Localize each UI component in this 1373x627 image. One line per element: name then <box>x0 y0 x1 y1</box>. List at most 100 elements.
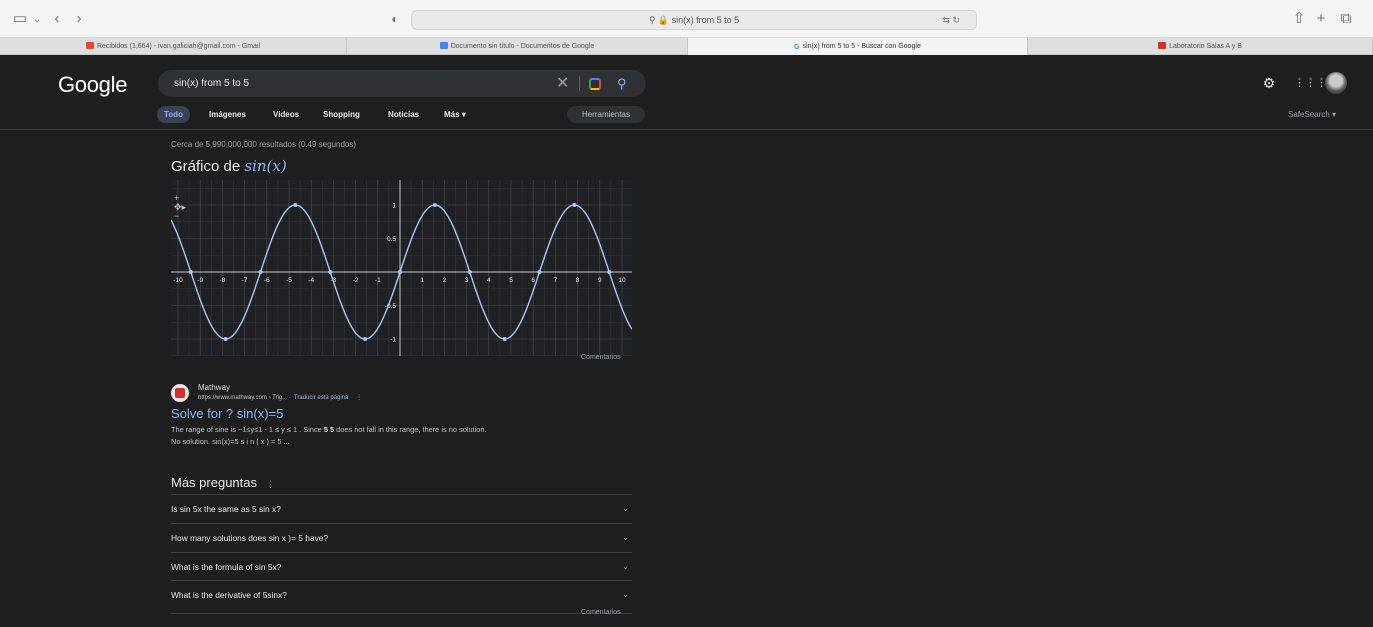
x-tick-label: -10 <box>173 277 183 284</box>
x-tick-label: -8 <box>220 277 226 284</box>
nav-tab-noticias[interactable]: Noticias <box>388 106 419 123</box>
gmail-icon <box>85 42 94 49</box>
site-name[interactable]: Mathway <box>198 383 230 392</box>
x-tick-label: 5 <box>509 277 513 284</box>
paa-question-text: What is the derivative of 5sinx? <box>171 590 287 600</box>
nav-tab-mas[interactable]: Más ▾ <box>444 106 466 123</box>
paa-question[interactable]: What is the formula of sin 5x? ⌄ <box>171 552 632 580</box>
curve-point <box>188 269 193 274</box>
y-tick-label: 1 <box>392 203 396 210</box>
paa-divider <box>171 613 632 614</box>
tab-overview-icon[interactable]: ⧉ <box>1338 10 1354 28</box>
paa-question[interactable]: Is sin 5x the same as 5 sin x? ⌄ <box>171 494 632 522</box>
snippet-part: No solution. sin(x)=5 s i n ( x ) = 5 ..… <box>171 437 290 446</box>
chevron-down-icon[interactable]: ⌄ <box>622 495 629 523</box>
apps-grid-icon[interactable]: ⋮⋮⋮ <box>1294 75 1327 91</box>
snippet-part: does not fall in this range, there is no… <box>334 425 487 434</box>
curve-point <box>607 270 612 275</box>
y-tick-label: 0.5 <box>387 236 396 243</box>
search-input[interactable]: sin(x) from 5 to 5 <box>174 70 249 97</box>
url-text: https://www.mathway.com › Trig... · <box>198 395 291 401</box>
tools-button[interactable]: Herramientas <box>567 106 645 123</box>
sine-graph[interactable]: -10 -9 -8 -7 -6 -5 -4 -3 -2 -1 1 2 3 4 5 6 7 8 9 1010.5-0.5… <box>171 180 632 356</box>
nav-tab-shopping[interactable]: Shopping <box>323 106 360 123</box>
feedback-link[interactable]: Comentarios <box>581 354 621 361</box>
curve-point <box>398 270 402 274</box>
nav-tab-imagenes[interactable]: Imágenes <box>209 106 246 123</box>
settings-gear-icon[interactable]: ⚙ <box>1262 75 1276 91</box>
nav-tab-videos[interactable]: Videos <box>273 106 299 123</box>
x-tick-label: 8 <box>576 277 580 284</box>
back-icon[interactable]: ‹ <box>50 10 64 28</box>
x-tick-label: 4 <box>487 277 491 284</box>
x-tick-label: 2 <box>443 277 447 284</box>
zoom-out-icon[interactable]: − <box>174 212 192 221</box>
x-tick-label: -1 <box>375 277 381 284</box>
tab-docs[interactable]: Documento sin título - Documentos de Goo… <box>347 38 688 55</box>
sidebar-toggle-icon[interactable]: ▭ <box>12 10 28 28</box>
reload-icon[interactable]: ↻ <box>952 15 960 25</box>
forward-icon[interactable]: › <box>72 10 86 28</box>
curve-point <box>502 337 507 341</box>
x-tick-label: 1 <box>420 277 424 284</box>
clear-icon[interactable]: ✕ <box>556 70 569 97</box>
curve-point <box>467 270 472 275</box>
search-box[interactable]: sin(x) from 5 to 5 ✕ ⚲ <box>158 70 646 97</box>
result-snippet: The range of sine is −1≤y≤1 - 1 ≤ y ≤ 1 … <box>171 424 631 448</box>
x-tick-label: -9 <box>197 277 203 284</box>
translate-icon[interactable]: ⇆ <box>942 15 950 25</box>
privacy-shield-icon[interactable]: ◐ <box>387 10 403 28</box>
address-bar[interactable]: ⚲ 🔒 sin(x) from 5 to 5 ⇆ ↻ <box>411 10 977 30</box>
safesearch-menu[interactable]: SafeSearch ▾ <box>1288 106 1336 123</box>
google-logo[interactable]: Google <box>58 72 127 98</box>
chevron-down-icon[interactable]: ⌄ <box>30 10 44 28</box>
tab-laboratorio[interactable]: Laboratorio Salas A y B <box>1028 38 1373 55</box>
x-tick-label: -7 <box>242 277 248 284</box>
more-options-icon[interactable]: ⋮ <box>266 479 275 489</box>
curve-point <box>572 203 577 207</box>
tab-label: sin(x) from 5 to 5 - Buscar con Google <box>802 43 921 50</box>
share-icon[interactable]: ⇧ <box>1292 10 1306 28</box>
feedback-link[interactable]: Comentarios <box>581 609 621 616</box>
tab-gmail[interactable]: Recibidos (1,664) - ivan.galiciah@gmail.… <box>0 38 347 55</box>
graph-title: Gráfico de sin(x) <box>171 157 287 175</box>
snippet-part: The range of sine is −1≤y≤1 - 1 ≤ y ≤ 1 … <box>171 425 324 434</box>
x-tick-label: 6 <box>531 277 535 284</box>
search-icon: ⚲ 🔒 <box>648 15 670 25</box>
address-text: sin(x) from 5 to 5 <box>671 15 740 25</box>
docs-icon <box>439 42 448 49</box>
curve-point <box>537 269 542 274</box>
translate-link[interactable]: Traducir esta página <box>294 395 348 401</box>
x-tick-label: 9 <box>598 277 602 284</box>
graph-title-text: Gráfico de <box>171 158 241 175</box>
curve-point <box>432 203 437 207</box>
graph-controls[interactable]: + ✥▸ − <box>174 194 192 222</box>
search-icon[interactable]: ⚲ <box>617 70 627 97</box>
new-tab-icon[interactable]: + <box>1314 10 1328 28</box>
paa-question[interactable]: How many solutions does sin x )= 5 have?… <box>171 523 632 551</box>
nav-tab-todo[interactable]: Todo <box>157 106 190 123</box>
chevron-down-icon[interactable]: ⌄ <box>622 524 629 552</box>
curve-point <box>293 203 298 207</box>
result-title-link[interactable]: Solve for ? sin(x)=5 <box>171 406 283 421</box>
x-tick-label: -2 <box>353 277 359 284</box>
chevron-down-icon[interactable]: ⌄ <box>622 553 629 581</box>
paa-question-text: Is sin 5x the same as 5 sin x? <box>171 504 281 514</box>
x-tick-label: -6 <box>264 277 270 284</box>
lens-icon[interactable] <box>589 78 601 90</box>
paa-question[interactable]: What is the derivative of 5sinx? ⌄ <box>171 580 632 608</box>
y-tick-label: -1 <box>390 337 396 344</box>
mathway-logo-icon[interactable] <box>171 384 189 402</box>
x-tick-label: 3 <box>465 277 469 284</box>
tab-bar: Recibidos (1,664) - ivan.galiciah@gmail.… <box>0 38 1373 55</box>
avatar[interactable] <box>1325 72 1347 94</box>
curve-point <box>258 270 263 275</box>
header-divider <box>0 129 1373 130</box>
x-tick-label: -4 <box>308 277 314 284</box>
tab-google-search[interactable]: Gsin(x) from 5 to 5 - Buscar con Google <box>688 38 1028 55</box>
site-url[interactable]: https://www.mathway.com › Trig... · Tradu… <box>198 394 362 401</box>
result-stats: Cerca de 5,990,000,000 resultados (0.49 … <box>171 140 357 149</box>
more-options-icon[interactable]: ⋮ <box>356 395 362 401</box>
x-tick-label: 7 <box>554 277 558 284</box>
chevron-down-icon[interactable]: ⌄ <box>622 581 629 609</box>
